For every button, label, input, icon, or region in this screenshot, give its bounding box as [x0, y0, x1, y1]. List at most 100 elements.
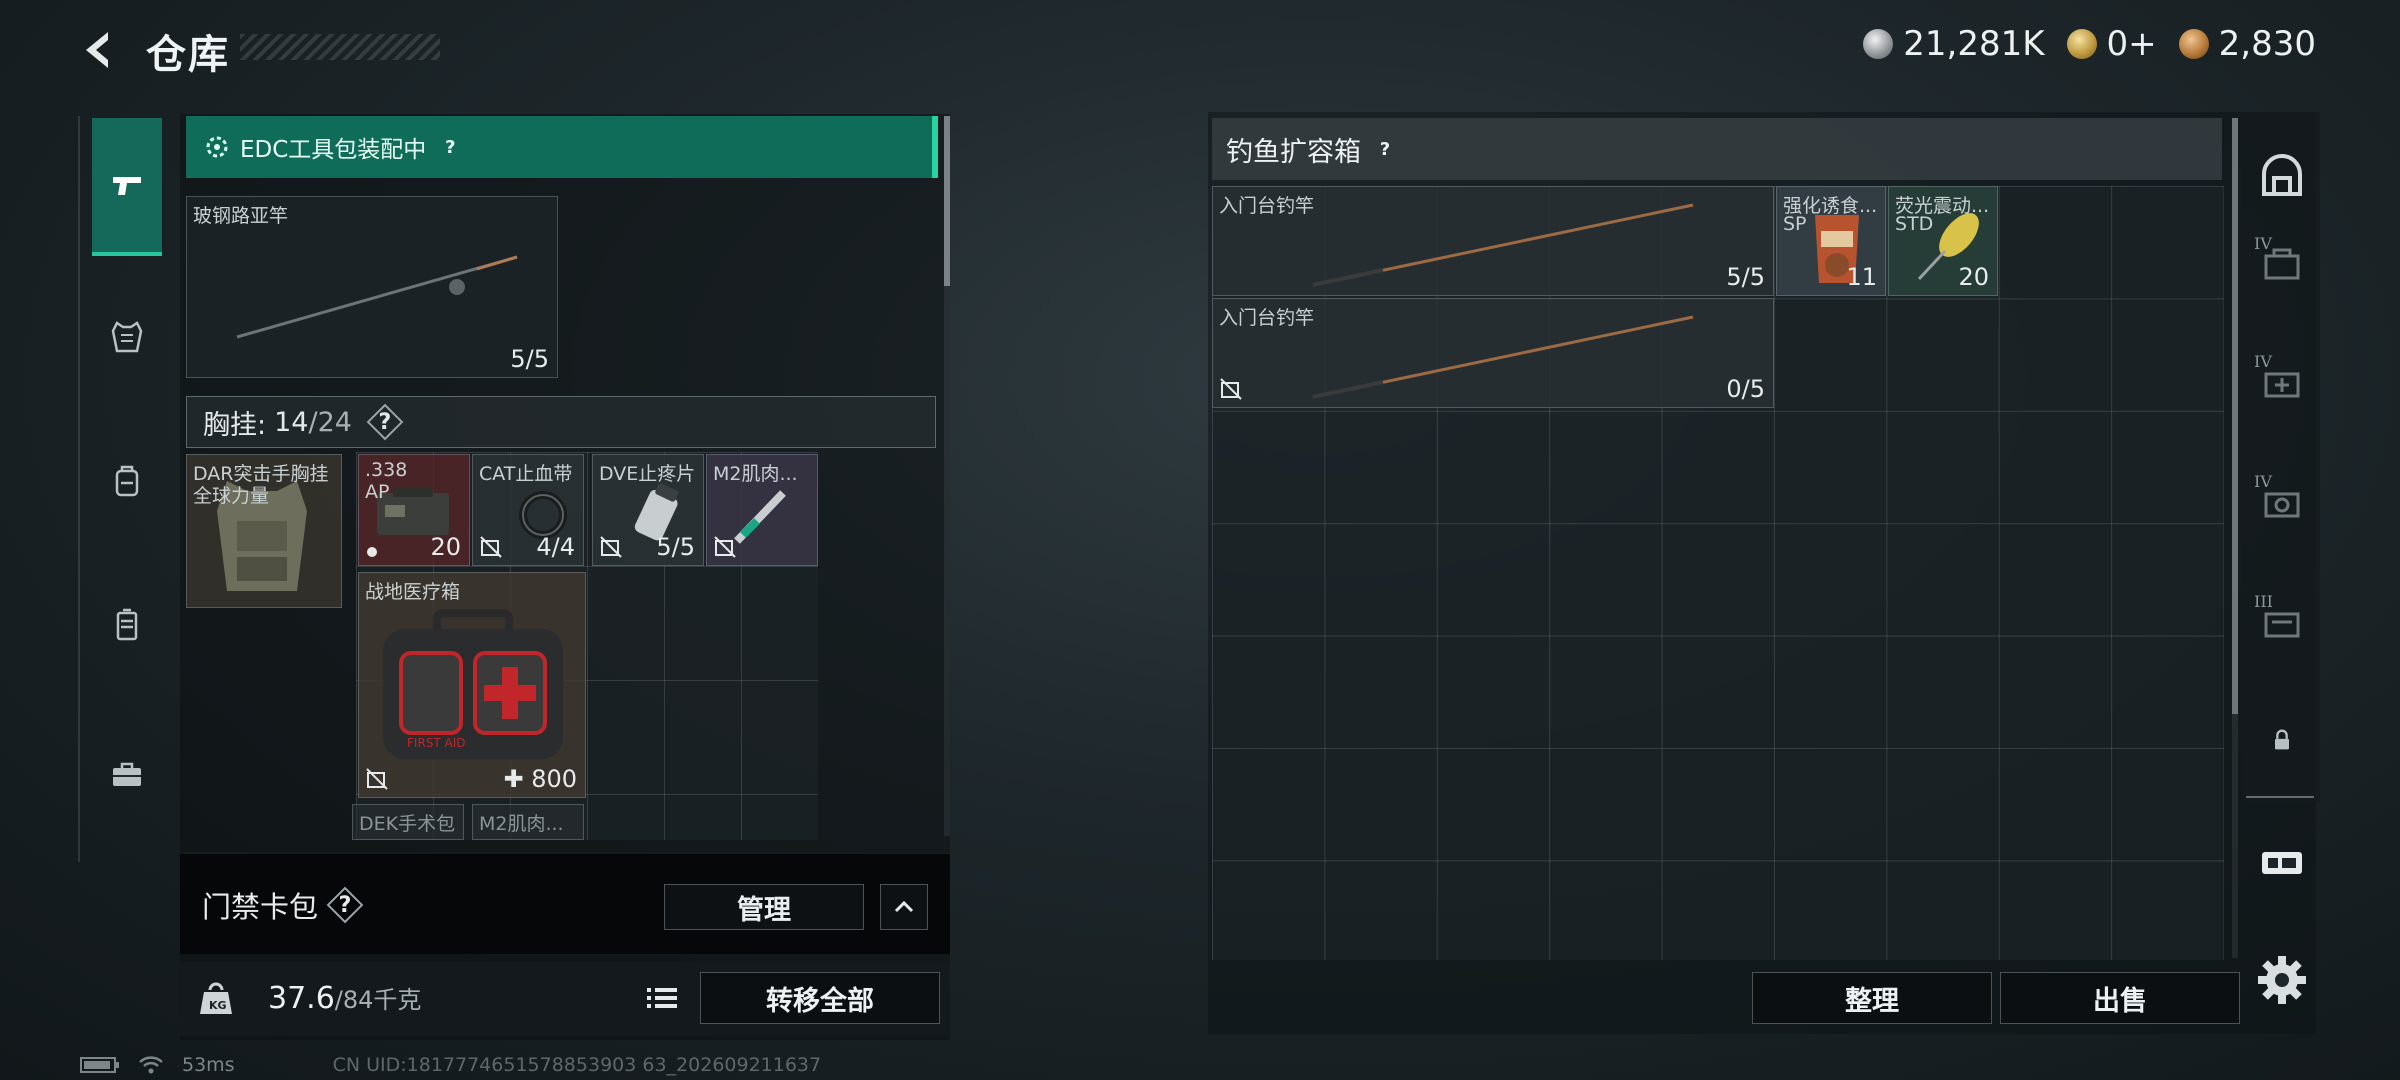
currency-bronze[interactable]: 2,830 — [2178, 24, 2316, 64]
bronze-coin-icon — [2178, 29, 2209, 59]
medkit-count: ✚ 800 — [503, 765, 577, 793]
item-m2-stim-2[interactable]: M2肌肉... — [472, 804, 584, 840]
title-decoration — [240, 34, 440, 60]
access-card-help-icon[interactable]: ? — [330, 890, 360, 920]
sort-button[interactable]: 整理 — [1752, 972, 1992, 1024]
rod-1-name: 入门台钓竿 — [1219, 195, 1315, 217]
transfer-all-button[interactable]: 转移全部 — [700, 972, 940, 1024]
briefcase-icon — [113, 762, 141, 786]
rail-tab-weapon[interactable] — [92, 118, 162, 256]
svg-text:KG: KG — [209, 999, 227, 1012]
painkiller-name: DVE止疼片 — [599, 463, 696, 485]
edc-help-icon[interactable]: ? — [436, 133, 464, 161]
back-button[interactable] — [76, 26, 124, 74]
medkit-durability: 800 — [531, 765, 577, 793]
chest-rig-subname: 全球力量 — [193, 485, 270, 507]
uid-text: CN UID:1817774651578853903 63_2026092116… — [332, 1054, 822, 1076]
fishing-box-icon — [2262, 852, 2302, 874]
chest-rig-icon — [116, 608, 138, 641]
container-tab-locked[interactable] — [2250, 708, 2314, 772]
loadout-scrollbar[interactable] — [944, 116, 950, 286]
storage-item-rod-2[interactable]: 入门台钓竿 0/5 — [1212, 298, 1774, 408]
page-title: 仓库 — [146, 32, 230, 78]
lock-slot-icon — [1220, 378, 1242, 400]
medkit-name: 战地医疗箱 — [365, 581, 461, 603]
chest-rig-item[interactable]: DAR突击手胸挂 全球力量 — [186, 454, 342, 608]
rail-tab-backpack[interactable] — [92, 446, 162, 516]
bait-count: 11 — [1846, 263, 1877, 291]
rail-tab-case[interactable] — [92, 740, 162, 810]
chest-rig-used: 14 — [274, 406, 309, 438]
storage-item-lure[interactable]: 荧光震动... STD 20 — [1888, 186, 1998, 296]
fishing-box-header: 钓鱼扩容箱 ? — [1212, 118, 2222, 180]
tourniquet-name: CAT止血带 — [479, 463, 573, 485]
access-card-bar: 门禁卡包 ? 管理 — [180, 852, 950, 954]
container-tab-tier4-a[interactable]: IV — [2250, 232, 2314, 296]
currency-silver-value: 21,281K — [1903, 24, 2045, 64]
item-painkiller[interactable]: DVE止疼片 5/5 — [592, 454, 704, 566]
container-tab-tier4-b[interactable]: IV — [2250, 350, 2314, 414]
ammo-name: .338 — [365, 459, 408, 481]
battery-icon — [80, 1057, 119, 1073]
surgery-kit-name: DEK手术包 — [359, 813, 456, 835]
access-card-label: 门禁卡包 — [202, 890, 319, 924]
wifi-icon — [139, 1056, 163, 1074]
container-tab-fishing[interactable] — [2250, 830, 2314, 894]
manage-button[interactable]: 管理 — [664, 884, 864, 930]
currency-bar: 21,281K 0+ 2,830 — [1863, 24, 2316, 64]
container-tab-storage[interactable] — [2250, 146, 2314, 210]
storage-item-bait[interactable]: 强化诱食... SP 11 — [1776, 186, 1886, 296]
fishing-rod-icon — [1312, 203, 1694, 287]
rail-tab-armor[interactable] — [92, 302, 162, 372]
container-tab-tier3[interactable]: III — [2250, 590, 2314, 654]
currency-silver[interactable]: 21,281K — [1863, 24, 2045, 64]
status-bar: 53ms CN UID:1817774651578853903 63_20260… — [80, 1054, 821, 1076]
loading-gear-icon — [206, 136, 228, 158]
item-tourniquet[interactable]: CAT止血带 4/4 — [472, 454, 584, 566]
rail-tab-chest-rig[interactable] — [92, 590, 162, 660]
item-ammo-338[interactable]: .338 AP 20 — [358, 454, 470, 566]
back-arrow-icon — [86, 32, 108, 68]
weight-icon: KG — [200, 982, 232, 1014]
m2-stim-2-name: M2肌肉... — [479, 813, 564, 835]
chest-rig-label: 胸挂: — [203, 409, 267, 441]
weapon-slot[interactable]: 玻钢路亚竿 5/5 — [186, 196, 558, 378]
storage-scrollbar[interactable] — [2232, 118, 2238, 714]
silver-coin-icon — [1863, 29, 1894, 59]
storage-item-rod-1[interactable]: 入门台钓竿 5/5 — [1212, 186, 1774, 296]
lock-slot-icon — [480, 536, 502, 558]
ammo-type: AP — [365, 481, 390, 503]
m2-stim-name: M2肌肉... — [713, 463, 798, 485]
tourniquet-count: 4/4 — [536, 533, 575, 561]
currency-gold-value: 0+ — [2106, 24, 2157, 64]
ammo-count: 20 — [430, 533, 461, 561]
item-medkit[interactable]: 战地医疗箱 FIRST AID ✚ 800 — [358, 572, 586, 798]
fishing-box-help-icon[interactable]: ? — [1371, 135, 1399, 163]
rod-2-count: 0/5 — [1726, 375, 1765, 403]
container-tab-tier4-c[interactable]: IV — [2250, 470, 2314, 534]
rod-2-name: 入门台钓竿 — [1219, 307, 1315, 329]
chest-rig-bar: 胸挂: 14/24 ? — [186, 396, 936, 448]
weight-max: /84千克 — [334, 986, 422, 1014]
currency-gold[interactable]: 0+ — [2066, 24, 2157, 64]
svg-text:FIRST AID: FIRST AID — [407, 736, 466, 750]
access-card-title: 门禁卡包 ? — [202, 884, 360, 926]
fishing-rod-icon — [1312, 315, 1694, 399]
list-icon — [647, 988, 677, 1008]
vault-icon — [2262, 154, 2302, 196]
sell-button[interactable]: 出售 — [2000, 972, 2240, 1024]
item-surgery-kit[interactable]: DEK手术包 — [352, 804, 464, 840]
settings-gear-icon[interactable] — [2254, 952, 2310, 1008]
tier-label: IV — [2254, 472, 2272, 491]
chest-rig-help-icon[interactable]: ? — [370, 407, 400, 437]
item-m2-stim[interactable]: M2肌肉... — [706, 454, 818, 566]
lock-slot-icon — [714, 536, 736, 558]
list-view-button[interactable] — [640, 974, 684, 1022]
edc-kit-banner[interactable]: EDC工具包装配中 ? — [186, 116, 938, 178]
collapse-button[interactable] — [880, 884, 928, 930]
weight-bar: KG 37.6/84千克 转移全部 — [180, 962, 950, 1036]
tier-label: IV — [2254, 234, 2272, 253]
ammo-dot-icon — [367, 547, 377, 557]
weapon-name: 玻钢路亚竿 — [193, 205, 289, 227]
first-aid-kit-icon: FIRST AID — [383, 609, 563, 759]
